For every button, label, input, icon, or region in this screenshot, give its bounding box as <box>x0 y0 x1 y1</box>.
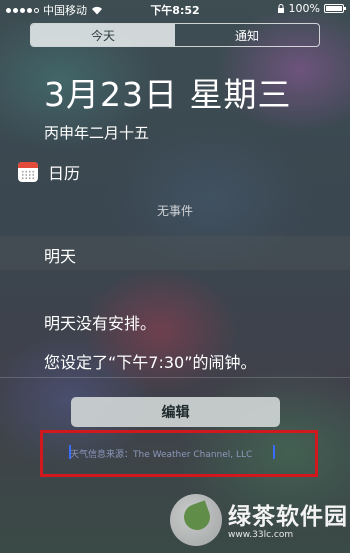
tomorrow-alarm-text: 您设定了“下午7:30”的闹钟。 <box>44 353 257 372</box>
lunar-date: 丙申年二月十五 <box>44 124 150 142</box>
watermark: 绿茶软件园 www.33lc.com <box>170 494 350 550</box>
today-date: 3月23日 星期三 <box>44 75 292 114</box>
notification-center: 中国移动 下午8:52 100% 今天 通知 3月23日 星期三 丙申年二月十五… <box>0 0 350 553</box>
tab-notifications[interactable]: 通知 <box>175 24 319 46</box>
calendar-widget-header[interactable]: 日历 <box>18 160 80 184</box>
tomorrow-title: 明天 <box>44 247 77 266</box>
watermark-url: www.33lc.com <box>228 530 294 540</box>
status-right: 100% <box>277 2 346 15</box>
calendar-icon <box>18 162 38 182</box>
rotation-lock-icon <box>277 3 284 13</box>
weather-source-text: 天气信息来源：The Weather Channel, LLC <box>70 450 253 460</box>
battery-percent: 100% <box>288 2 320 15</box>
tomorrow-no-plans: 明天没有安排。 <box>44 314 157 333</box>
view-segmented-control: 今天 通知 <box>30 23 320 47</box>
selection-handle-end <box>273 445 275 459</box>
divider <box>0 377 350 378</box>
battery-icon <box>324 4 346 13</box>
no-events-text: 无事件 <box>156 204 193 218</box>
watermark-logo-icon <box>170 494 222 546</box>
tab-today[interactable]: 今天 <box>31 24 175 46</box>
status-bar: 中国移动 下午8:52 100% <box>0 0 350 17</box>
watermark-name: 绿茶软件园 <box>228 504 348 530</box>
edit-button[interactable]: 编辑 <box>71 397 280 427</box>
calendar-title: 日历 <box>48 164 81 183</box>
